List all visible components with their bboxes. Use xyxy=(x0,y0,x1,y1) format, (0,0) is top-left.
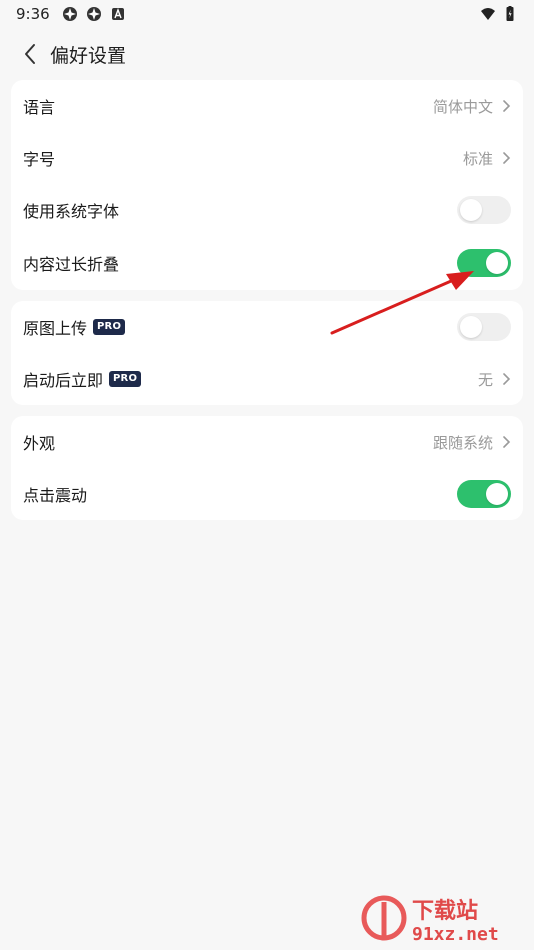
system-font-toggle[interactable] xyxy=(457,196,511,224)
text-a-icon xyxy=(111,8,124,20)
app-notification-icon xyxy=(62,7,77,21)
original-image-upload-toggle[interactable] xyxy=(457,313,511,341)
row-label-text: 启动后立即 xyxy=(23,371,104,390)
app-notification-icon xyxy=(86,7,101,21)
row-label: 内容过长折叠 xyxy=(23,255,120,274)
watermark-domain: 91xz.net xyxy=(412,924,499,945)
status-time: 9:36 xyxy=(16,5,50,23)
battery-icon xyxy=(506,6,514,21)
system-font-setting-row: 使用系统字体 xyxy=(11,184,523,236)
row-value: 标准 xyxy=(462,149,493,168)
tap-vibration-toggle[interactable] xyxy=(457,480,511,508)
pro-badge: PRO xyxy=(93,319,126,335)
appearance-setting-row[interactable]: 外观 跟随系统 xyxy=(11,416,523,468)
row-value: 简体中文 xyxy=(432,97,493,116)
collapse-long-content-toggle[interactable] xyxy=(457,249,511,277)
row-label: 点击震动 xyxy=(23,486,88,505)
notification-icons xyxy=(62,6,126,22)
row-label: 外观 xyxy=(23,434,56,453)
toggle-knob xyxy=(486,252,508,274)
original-image-upload-setting-row: 原图上传 PRO xyxy=(11,301,523,353)
row-label: 使用系统字体 xyxy=(23,202,120,221)
watermark-brand: 下载站 xyxy=(412,898,478,924)
settings-group-appearance: 外观 跟随系统 点击震动 xyxy=(11,416,523,520)
back-button[interactable] xyxy=(10,34,50,74)
launch-immediately-setting-row[interactable]: 启动后立即 PRO 无 xyxy=(11,353,523,405)
app-header: 偏好设置 xyxy=(0,34,534,74)
row-label: 字号 xyxy=(23,150,56,169)
chevron-right-icon xyxy=(503,100,511,112)
settings-group-display: 语言 简体中文 字号 标准 使用系统字体 内容过长折叠 xyxy=(11,80,523,290)
font-size-setting-row[interactable]: 字号 标准 xyxy=(11,132,523,184)
language-setting-row[interactable]: 语言 简体中文 xyxy=(11,80,523,132)
pro-badge: PRO xyxy=(109,371,142,387)
toggle-knob xyxy=(486,483,508,505)
row-label: 原图上传 PRO xyxy=(23,315,126,339)
chevron-right-icon xyxy=(503,373,511,385)
toggle-knob xyxy=(460,316,482,338)
settings-group-pro: 原图上传 PRO 启动后立即 PRO 无 xyxy=(11,301,523,405)
row-label-text: 原图上传 xyxy=(23,319,88,338)
watermark-logo: 下载站 91xz.net xyxy=(361,895,499,945)
row-label: 语言 xyxy=(23,98,56,117)
row-label: 启动后立即 PRO xyxy=(23,367,142,391)
system-icons xyxy=(480,6,518,22)
wifi-icon xyxy=(481,8,495,20)
tap-vibration-setting-row: 点击震动 xyxy=(11,468,523,520)
chevron-right-icon xyxy=(503,152,511,164)
collapse-long-content-setting-row: 内容过长折叠 xyxy=(11,237,523,289)
back-arrow-icon xyxy=(25,44,35,64)
status-bar: 9:36 xyxy=(0,0,534,28)
page-title: 偏好设置 xyxy=(50,44,127,67)
toggle-knob xyxy=(460,199,482,221)
chevron-right-icon xyxy=(503,436,511,448)
row-value: 跟随系统 xyxy=(432,433,493,452)
row-value: 无 xyxy=(477,370,493,389)
